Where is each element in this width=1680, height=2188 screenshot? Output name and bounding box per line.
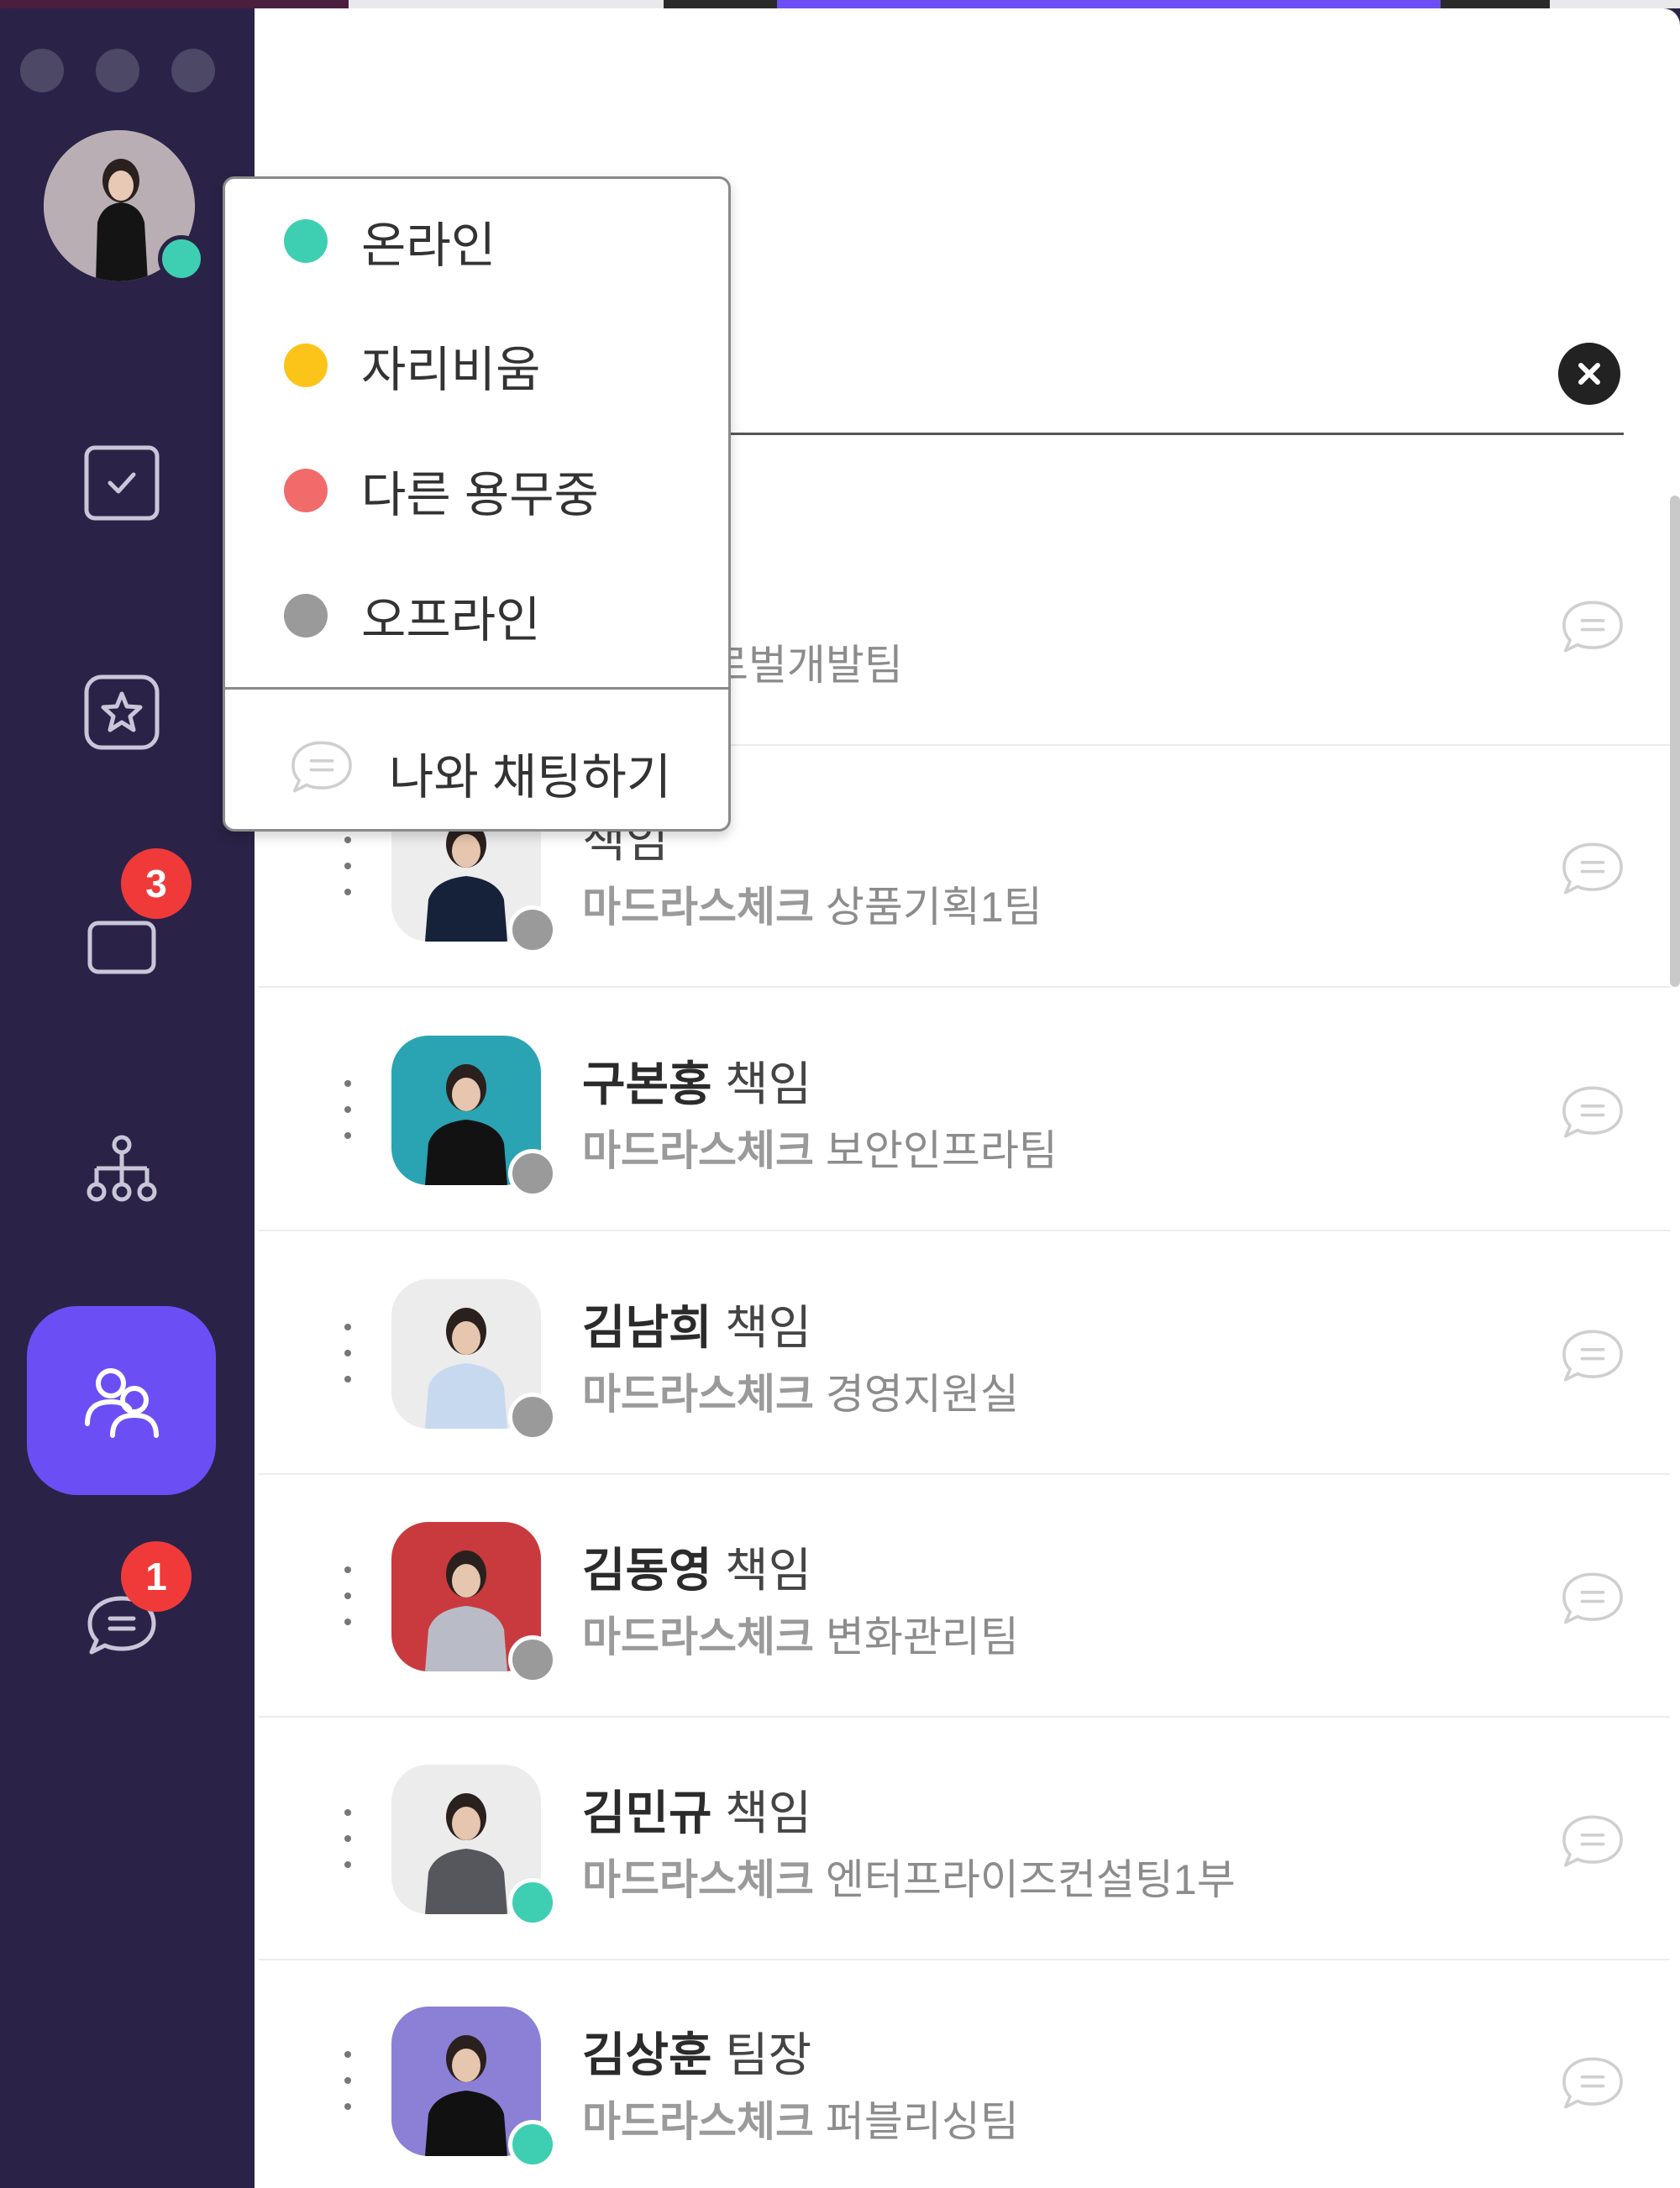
contact-name: 김남희 책임 [582, 1301, 812, 1354]
notification-badge: 3 [121, 848, 192, 919]
contact-row[interactable]: 김남희 책임마드라스체크 경영지원실 [259, 1233, 1670, 1475]
my-status-dot[interactable] [158, 235, 205, 282]
nav-organization[interactable] [80, 1130, 164, 1214]
nav-tasks[interactable] [80, 441, 164, 525]
contact-department: 마드라스체크 변화관리팀 [582, 1613, 1019, 1661]
top-strip-segment [1550, 0, 1680, 8]
search-input[interactable] [730, 433, 1624, 435]
contact-row[interactable]: 구본홍 책임마드라스체크 보안인프라팀 [259, 989, 1670, 1231]
star-icon [84, 674, 160, 750]
presence-dot [508, 1393, 557, 1441]
status-dot [284, 219, 328, 263]
more-options-icon[interactable] [343, 1324, 353, 1383]
chat-bubble-icon [1562, 1086, 1623, 1138]
start-chat-button[interactable] [1557, 1076, 1629, 1148]
contact-row[interactable]: 김동영 책임마드라스체크 변화관리팀 [259, 1476, 1670, 1718]
contact-department: 마드라스체크 보안인프라팀 [582, 1127, 1058, 1174]
chat-bubble-icon [291, 741, 352, 793]
start-chat-button[interactable] [1557, 1320, 1629, 1392]
status-option-label: 온라인 [361, 218, 496, 273]
status-dot [284, 469, 328, 512]
contact-department: 마드라스체크 엔터프라이즈컨설팅1부 [582, 1856, 1236, 1903]
org-chart-icon [87, 1135, 157, 1202]
nav-favorites[interactable] [80, 670, 164, 754]
start-chat-button[interactable] [1557, 2047, 1629, 2119]
chat-bubble-icon [1562, 1815, 1623, 1867]
contact-name: 김상훈 팀장 [582, 2028, 812, 2081]
chat-with-me-option[interactable]: 나와 채팅하기 [225, 695, 729, 830]
top-strip-segment [664, 0, 777, 8]
status-offline-option[interactable]: 오프라인 [225, 554, 729, 678]
window-close-button[interactable] [20, 49, 64, 92]
more-options-icon[interactable] [343, 1566, 353, 1625]
start-chat-button[interactable] [1557, 1805, 1629, 1877]
start-chat-button[interactable] [1557, 832, 1629, 905]
chat-bubble-icon [1562, 2057, 1623, 2109]
contact-name: 구본홍 책임 [582, 1057, 812, 1110]
presence-dot [508, 2120, 557, 2169]
status-dot [284, 344, 328, 387]
window-zoom-button[interactable] [171, 49, 215, 92]
close-icon [1578, 363, 1600, 385]
presence-dot [508, 1878, 557, 1927]
contact-department: 마드라스체크 경영지원실 [582, 1371, 1019, 1418]
menu-divider [225, 687, 729, 690]
presence-dot [508, 1635, 557, 1684]
top-strip-segment [777, 0, 1441, 8]
chat-bubble-icon [1562, 601, 1623, 653]
start-chat-button[interactable] [1557, 1562, 1629, 1634]
start-chat-button[interactable] [1557, 590, 1629, 663]
presence-dot [508, 1149, 557, 1198]
checkbox-icon [84, 445, 160, 521]
window-top-strip [0, 0, 1680, 8]
contact-name: 김동영 책임 [582, 1544, 812, 1597]
status-option-label: 자리비움 [361, 343, 541, 397]
chat-bubble-icon [1562, 1572, 1623, 1624]
top-strip-segment [349, 0, 664, 8]
status-dot [284, 594, 328, 638]
clear-search-button[interactable] [1558, 343, 1620, 405]
top-strip-segment [0, 0, 349, 8]
nav-contacts[interactable] [27, 1306, 216, 1495]
notification-badge: 1 [121, 1541, 192, 1612]
status-away-option[interactable]: 자리비움 [225, 303, 729, 428]
contact-row[interactable]: 김민규 책임마드라스체크 엔터프라이즈컨설팅1부 [259, 1718, 1670, 1960]
more-options-icon[interactable] [343, 837, 353, 895]
status-busy-option[interactable]: 다른 용무중 [225, 428, 729, 553]
top-strip-segment [1441, 0, 1550, 8]
more-options-icon[interactable] [343, 1080, 353, 1139]
window-minimize-button[interactable] [96, 49, 139, 92]
scrollbar[interactable] [1670, 496, 1680, 987]
people-icon [84, 1367, 159, 1438]
chat-bubble-icon [1562, 842, 1623, 895]
status-menu: 온라인 자리비움 다른 용무중 오프라인 나와 채팅하기 [223, 176, 731, 832]
chat-bubble-icon [1562, 1330, 1623, 1382]
contact-name: 김민규 책임 [582, 1787, 812, 1839]
contact-department: 마드라스체크 퍼블리싱팀 [582, 2098, 1019, 2145]
chat-with-me-label: 나와 채팅하기 [389, 750, 672, 805]
sidebar: 3 1 [0, 8, 255, 2188]
status-option-label: 다른 용무중 [361, 468, 599, 522]
more-options-icon[interactable] [343, 1809, 353, 1868]
contact-department: 마드라스체크 상품기획1팀 [582, 884, 1042, 931]
more-options-icon[interactable] [343, 2051, 353, 2110]
status-online-option[interactable]: 온라인 [225, 179, 729, 303]
presence-dot [508, 905, 557, 954]
status-option-label: 오프라인 [361, 593, 541, 648]
contact-row[interactable]: 김상훈 팀장마드라스체크 퍼블리싱팀 [259, 1960, 1670, 2188]
